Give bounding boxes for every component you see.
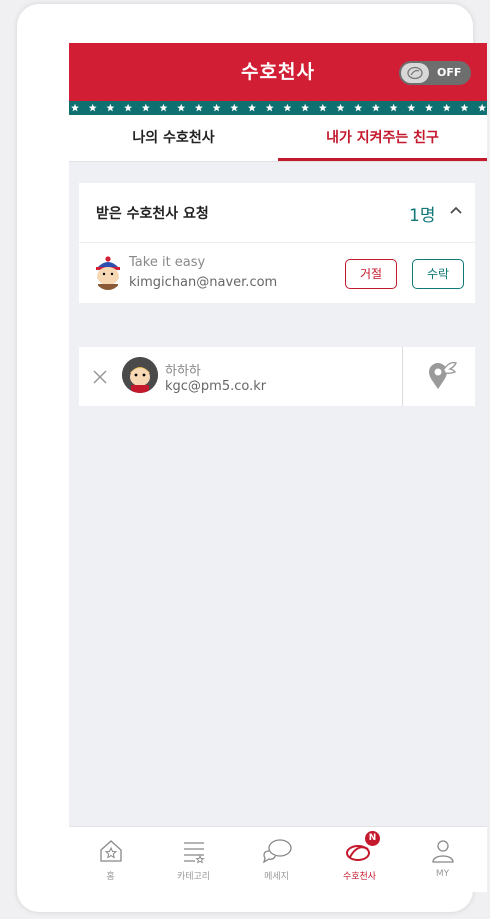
card-divider (402, 347, 403, 406)
star-icon (442, 103, 451, 112)
star-icon (141, 103, 150, 112)
tab-my-guardian[interactable]: 나의 수호천사 (69, 115, 278, 161)
friend-email: kgc@pm5.co.kr (165, 379, 267, 394)
star-icon (283, 103, 292, 112)
requests-header[interactable]: 받은 수호천사 요청 1명 (79, 183, 475, 243)
star-icon (336, 103, 345, 112)
avatar (93, 256, 123, 290)
star-icon (71, 103, 79, 112)
accept-button[interactable]: 수락 (412, 259, 464, 289)
tab-bar: 나의 수호천사 내가 지켜주는 친구 (69, 115, 487, 162)
nav-label-home: 홈 (106, 872, 115, 882)
requests-count: 1명 (409, 206, 436, 226)
nav-item-category[interactable]: 카테고리 (152, 827, 235, 892)
star-icon (301, 103, 310, 112)
chevron-up-icon[interactable] (449, 203, 463, 217)
toggle-label: OFF (437, 66, 462, 79)
request-user-name: Take it easy (129, 255, 206, 270)
friend-card: 하하하 kgc@pm5.co.kr (79, 347, 475, 406)
toggle-knob (401, 63, 429, 83)
nav-item-guardian[interactable]: N 수호천사 (318, 827, 401, 892)
category-icon (183, 842, 205, 864)
star-icon (318, 103, 327, 112)
star-icon (177, 103, 186, 112)
request-user-email: kimgichan@naver.com (129, 275, 278, 290)
star-icon (460, 103, 469, 112)
star-icon (230, 103, 239, 112)
avatar (122, 357, 158, 393)
tab-protected-friends[interactable]: 내가 지켜주는 친구 (278, 115, 487, 161)
star-icon (212, 103, 221, 112)
wing-icon (407, 66, 423, 80)
bottom-nav: 홈 카테고리 메세지 N 수호천사 MY (69, 826, 487, 892)
star-icon (478, 103, 487, 112)
active-tab-indicator (278, 158, 487, 161)
app-header: 수호천사 OFF (69, 43, 487, 101)
app-screen: 수호천사 OFF 나의 수호천사 내가 지켜주는 친구 받은 수호천사 요청 1… (69, 43, 487, 892)
nav-label-my: MY (435, 869, 450, 879)
request-item: Take it easy kimgichan@naver.com 거절 수락 (79, 243, 475, 303)
guardian-toggle[interactable]: OFF (399, 61, 471, 85)
star-icon (124, 103, 133, 112)
nav-item-home[interactable]: 홈 (69, 827, 152, 892)
friend-name: 하하하 (165, 364, 201, 379)
star-icon (159, 103, 168, 112)
close-icon[interactable] (92, 369, 108, 385)
message-icon (262, 839, 292, 864)
star-icon (106, 103, 115, 112)
device-frame: 수호천사 OFF 나의 수호천사 내가 지켜주는 친구 받은 수호천사 요청 1… (17, 4, 487, 912)
reject-button[interactable]: 거절 (345, 259, 397, 289)
star-icon (88, 103, 97, 112)
star-icon (265, 103, 274, 112)
location-wing-icon[interactable] (426, 361, 458, 391)
new-badge: N (365, 831, 380, 846)
nav-label-category: 카테고리 (176, 872, 211, 882)
star-icon (371, 103, 380, 112)
star-icon (389, 103, 398, 112)
star-icon (425, 103, 433, 112)
nav-label-message: 메세지 (264, 872, 289, 882)
star-icon (354, 103, 363, 112)
star-icon (194, 103, 203, 112)
star-icon (407, 103, 416, 112)
user-icon (431, 840, 454, 863)
star-decoration-strip (69, 101, 487, 115)
received-requests-card: 받은 수호천사 요청 1명 Take it easy kimgichan@nav (79, 183, 475, 303)
home-icon (99, 840, 122, 862)
nav-item-message[interactable]: 메세지 (235, 827, 318, 892)
nav-item-my[interactable]: MY (401, 827, 484, 892)
star-icon (248, 103, 256, 112)
requests-title: 받은 수호천사 요청 (96, 206, 209, 222)
nav-label-guardian: 수호천사 (342, 872, 377, 882)
